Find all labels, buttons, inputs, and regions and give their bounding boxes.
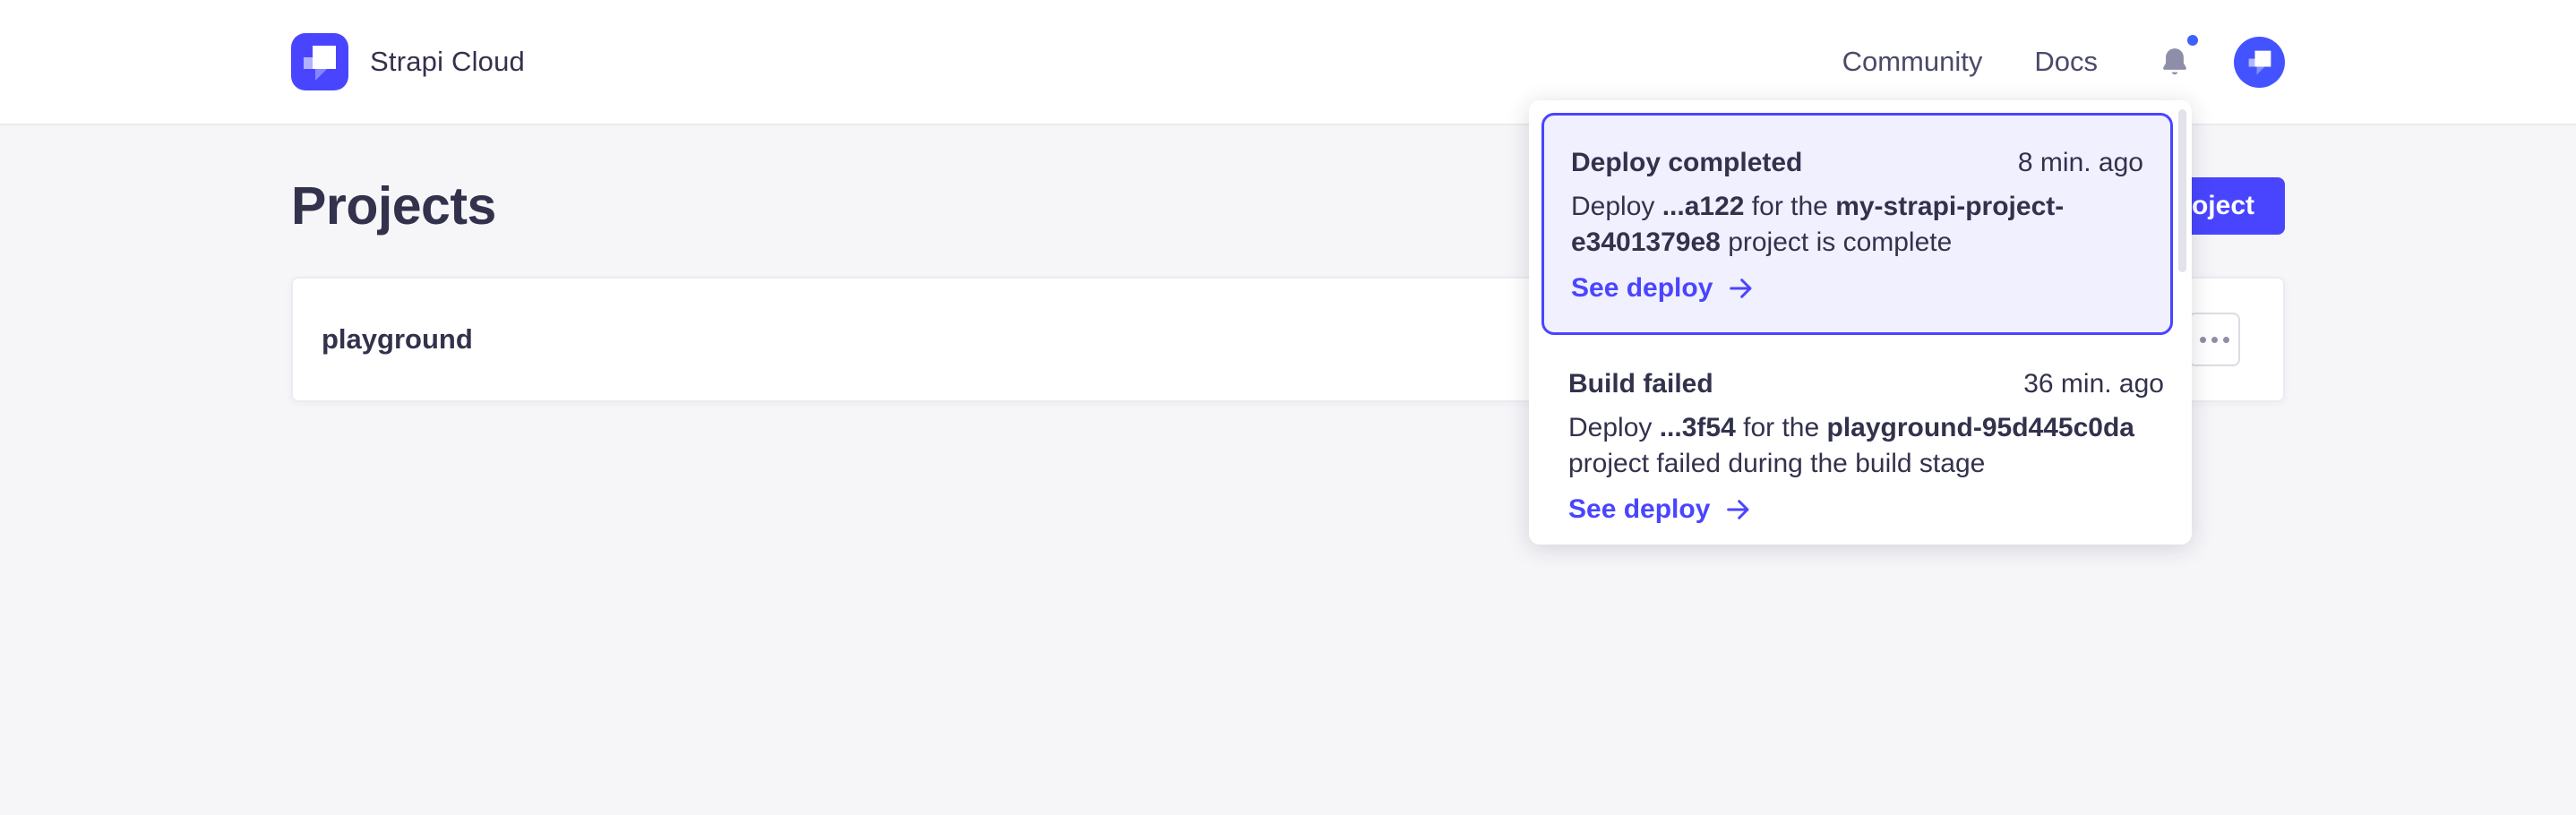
strapi-avatar-icon xyxy=(2240,42,2280,82)
notification-title: Build failed xyxy=(1568,369,1713,399)
project-more-options-button[interactable] xyxy=(2188,313,2240,366)
see-deploy-link[interactable]: See deploy xyxy=(1571,273,1756,304)
see-deploy-label: See deploy xyxy=(1571,273,1713,304)
notification-head: Deploy completed 8 min. ago xyxy=(1571,148,2143,178)
body-text-segment: Deploy xyxy=(1568,413,1660,442)
see-deploy-link[interactable]: See deploy xyxy=(1568,494,1753,525)
brand-home-link[interactable]: Strapi Cloud xyxy=(291,33,525,90)
notifications-panel: Deploy completed 8 min. ago Deploy ...a1… xyxy=(1529,100,2192,545)
unread-notification-dot xyxy=(2187,35,2198,46)
notification-timestamp: 36 min. ago xyxy=(2023,369,2164,399)
notification-item-build-failed[interactable]: Build failed 36 min. ago Deploy ...3f54 … xyxy=(1541,369,2173,528)
header-nav: Community Docs xyxy=(1842,37,2285,88)
nav-docs-link[interactable]: Docs xyxy=(2034,46,2098,78)
brand-name: Strapi Cloud xyxy=(370,46,525,78)
notification-title: Deploy completed xyxy=(1571,148,1802,178)
arrow-right-icon xyxy=(1727,274,1756,303)
notification-timestamp: 8 min. ago xyxy=(2018,148,2143,178)
panel-scrollbar-thumb[interactable] xyxy=(2178,109,2186,272)
body-text-segment: for the xyxy=(1744,192,1835,221)
project-id: playground-95d445c0da xyxy=(1827,413,2134,442)
body-text-segment: Deploy xyxy=(1571,192,1662,221)
deploy-id: ...a122 xyxy=(1662,192,1745,221)
nav-community-link[interactable]: Community xyxy=(1842,46,1983,78)
project-name: playground xyxy=(322,323,473,356)
bell-icon xyxy=(2160,45,2190,79)
notification-item-deploy-completed[interactable]: Deploy completed 8 min. ago Deploy ...a1… xyxy=(1541,113,2173,335)
user-avatar[interactable] xyxy=(2234,37,2285,88)
notifications-button[interactable] xyxy=(2157,42,2193,82)
notification-body: Deploy ...a122 for the my-strapi-project… xyxy=(1571,189,2143,261)
body-text-segment: project failed during the build stage xyxy=(1568,449,1985,478)
body-text-segment: for the xyxy=(1736,413,1827,442)
ellipsis-icon xyxy=(2200,337,2229,343)
deploy-id: ...3f54 xyxy=(1660,413,1736,442)
page: Strapi Cloud Community Docs xyxy=(0,0,2576,815)
arrow-right-icon xyxy=(1724,495,1753,524)
page-title: Projects xyxy=(291,176,496,236)
see-deploy-label: See deploy xyxy=(1568,494,1710,525)
notification-body: Deploy ...3f54 for the playground-95d445… xyxy=(1568,410,2160,482)
notification-head: Build failed 36 min. ago xyxy=(1568,369,2164,399)
body-text-segment: project is complete xyxy=(1721,227,1952,257)
strapi-logo-icon xyxy=(291,33,348,90)
